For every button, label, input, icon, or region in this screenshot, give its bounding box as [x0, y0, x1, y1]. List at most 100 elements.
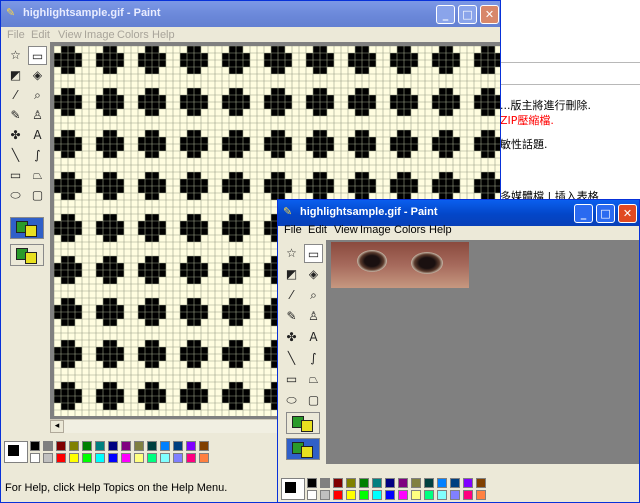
menu-image[interactable]: Image: [84, 29, 115, 41]
curve-tool-icon[interactable]: ∫: [304, 349, 323, 368]
close-button[interactable]: ✕: [618, 204, 637, 223]
ellipse-tool-icon[interactable]: ⬭: [6, 186, 25, 205]
color-swatch[interactable]: [359, 478, 369, 488]
tool-option-opaque[interactable]: [10, 217, 44, 239]
color-swatch[interactable]: [173, 453, 183, 463]
rounded-rect-tool-icon[interactable]: ▢: [28, 186, 47, 205]
tool-option-opaque[interactable]: [286, 412, 320, 434]
color-swatch[interactable]: [333, 490, 343, 500]
color-swatch[interactable]: [307, 478, 317, 488]
color-swatch[interactable]: [385, 478, 395, 488]
maximize-button[interactable]: □: [458, 5, 477, 24]
color-swatch[interactable]: [385, 490, 395, 500]
airbrush-icon[interactable]: ✤: [282, 328, 301, 347]
airbrush-icon[interactable]: ✤: [6, 126, 25, 145]
color-swatch[interactable]: [82, 441, 92, 451]
color-swatch[interactable]: [147, 441, 157, 451]
line-tool-icon[interactable]: ╲: [6, 146, 25, 165]
color-swatch[interactable]: [333, 478, 343, 488]
menu-view[interactable]: View: [334, 224, 358, 236]
menu-edit[interactable]: Edit: [308, 224, 327, 236]
minimize-button[interactable]: _: [574, 204, 593, 223]
color-swatch[interactable]: [437, 478, 447, 488]
color-swatch[interactable]: [173, 441, 183, 451]
color-swatch[interactable]: [411, 478, 421, 488]
color-swatch[interactable]: [437, 490, 447, 500]
menu-colors[interactable]: Colors: [394, 224, 426, 236]
menu-colors[interactable]: Colors: [117, 29, 149, 41]
menu-help[interactable]: Help: [152, 29, 175, 41]
current-colors[interactable]: [281, 478, 305, 500]
color-swatch[interactable]: [450, 478, 460, 488]
rect-select-icon[interactable]: ▭: [304, 244, 323, 263]
color-swatch[interactable]: [320, 490, 330, 500]
color-swatch[interactable]: [398, 490, 408, 500]
text-tool-icon[interactable]: A: [28, 126, 47, 145]
color-swatch[interactable]: [186, 453, 196, 463]
color-swatch[interactable]: [398, 478, 408, 488]
color-swatch[interactable]: [307, 490, 317, 500]
color-picker-icon[interactable]: ⁄: [282, 286, 301, 305]
menu-view[interactable]: View: [58, 29, 82, 41]
color-swatch[interactable]: [372, 478, 382, 488]
color-swatch[interactable]: [69, 441, 79, 451]
menu-file[interactable]: File: [7, 29, 25, 41]
color-swatch[interactable]: [411, 490, 421, 500]
free-select-icon[interactable]: ☆: [282, 244, 301, 263]
color-swatch[interactable]: [56, 441, 66, 451]
menu-image[interactable]: Image: [360, 224, 391, 236]
eye-photo-selection[interactable]: [331, 242, 469, 288]
color-swatch[interactable]: [463, 478, 473, 488]
magnifier-icon[interactable]: ⌕: [304, 286, 323, 305]
color-swatch[interactable]: [199, 441, 209, 451]
title-bar[interactable]: ✎ highlightsample.gif - Paint _ □ ✕: [1, 1, 500, 27]
scroll-left-arrow-icon[interactable]: ◂: [50, 420, 64, 433]
polygon-tool-icon[interactable]: ⏢: [28, 166, 47, 185]
color-swatch[interactable]: [346, 478, 356, 488]
color-swatch[interactable]: [30, 441, 40, 451]
curve-tool-icon[interactable]: ∫: [28, 146, 47, 165]
pencil-icon[interactable]: ✎: [282, 307, 301, 326]
color-swatch[interactable]: [43, 441, 53, 451]
color-swatch[interactable]: [108, 441, 118, 451]
menu-file[interactable]: File: [284, 224, 302, 236]
color-swatch[interactable]: [30, 453, 40, 463]
color-swatch[interactable]: [476, 478, 486, 488]
color-swatch[interactable]: [95, 441, 105, 451]
color-swatch[interactable]: [359, 490, 369, 500]
color-swatch[interactable]: [372, 490, 382, 500]
magnifier-icon[interactable]: ⌕: [28, 86, 47, 105]
tool-option-transparent[interactable]: [286, 438, 320, 460]
color-swatch[interactable]: [160, 441, 170, 451]
color-swatch[interactable]: [121, 453, 131, 463]
text-tool-icon[interactable]: A: [304, 328, 323, 347]
fill-bucket-icon[interactable]: ◈: [28, 66, 47, 85]
color-swatch[interactable]: [424, 478, 434, 488]
color-swatch[interactable]: [134, 441, 144, 451]
color-swatch[interactable]: [186, 441, 196, 451]
color-swatch[interactable]: [134, 453, 144, 463]
brush-icon[interactable]: ♙: [28, 106, 47, 125]
color-swatch[interactable]: [121, 441, 131, 451]
free-select-icon[interactable]: ☆: [6, 46, 25, 65]
color-picker-icon[interactable]: ⁄: [6, 86, 25, 105]
tool-option-transparent[interactable]: [10, 244, 44, 266]
color-swatch[interactable]: [95, 453, 105, 463]
color-swatch[interactable]: [108, 453, 118, 463]
color-swatch[interactable]: [43, 453, 53, 463]
menu-edit[interactable]: Edit: [31, 29, 50, 41]
color-swatch[interactable]: [424, 490, 434, 500]
color-swatch[interactable]: [69, 453, 79, 463]
color-swatch[interactable]: [450, 490, 460, 500]
color-swatch[interactable]: [476, 490, 486, 500]
rounded-rect-tool-icon[interactable]: ▢: [304, 391, 323, 410]
line-tool-icon[interactable]: ╲: [282, 349, 301, 368]
maximize-button[interactable]: □: [596, 204, 615, 223]
color-swatch[interactable]: [82, 453, 92, 463]
color-swatch[interactable]: [147, 453, 157, 463]
minimize-button[interactable]: _: [436, 5, 455, 24]
color-swatch[interactable]: [346, 490, 356, 500]
ellipse-tool-icon[interactable]: ⬭: [282, 391, 301, 410]
color-swatch[interactable]: [199, 453, 209, 463]
rect-select-icon[interactable]: ▭: [28, 46, 47, 65]
